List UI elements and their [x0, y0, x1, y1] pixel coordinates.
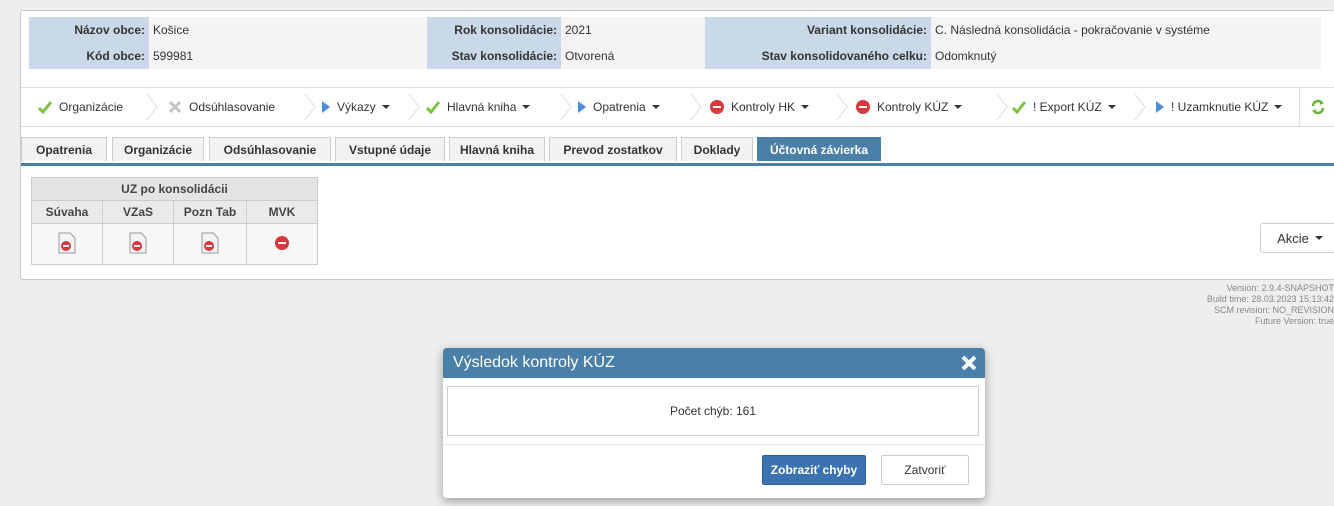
caret-down-icon [801, 105, 810, 109]
stop-icon [710, 100, 724, 114]
variant-value: C. Následná konsolidácia - pokračovanie … [931, 17, 1321, 43]
tab-uctovna-zavierka[interactable]: Účtovná závierka [757, 137, 881, 161]
uz-cell-pozn-tab [173, 223, 247, 265]
consolidation-header: Názov obce: Košice Kód obce: 599981 Rok … [21, 17, 1334, 71]
uz-col-header: Súvaha [31, 200, 103, 224]
uz-cell-suvaha [31, 223, 103, 265]
dialog-body: Počet chýb: 161 [447, 386, 979, 436]
check-icon [1011, 101, 1027, 115]
workflow-toolbar: Organizácie Odsúhlasovanie Výkazy Hlavná… [21, 87, 1334, 127]
kod-obce-value: 599981 [149, 43, 427, 69]
tab-prevod-zostatkov[interactable]: Prevod zostatkov [549, 137, 677, 161]
uz-cell-vzas [102, 223, 174, 265]
show-errors-button[interactable]: Zobraziť chyby [762, 455, 866, 485]
stav-label: Stav konsolidácie: [427, 43, 561, 69]
consolidation-panel: Názov obce: Košice Kód obce: 599981 Rok … [20, 10, 1334, 280]
caret-down-icon [1314, 236, 1323, 240]
akcie-label: Akcie [1277, 230, 1309, 246]
step-separator [560, 94, 572, 120]
step-separator [408, 94, 420, 120]
uz-table: UZ po konsolidácii Súvaha VZaS Pozn Tab … [31, 177, 318, 265]
uz-table-title: UZ po konsolidácii [31, 177, 318, 201]
nazov-obce-label: Názov obce: [29, 17, 149, 43]
close-icon[interactable] [959, 353, 979, 373]
build-time-line: Build time: 28.03.2023 15:13:42 [1206, 294, 1334, 304]
caret-down-icon [651, 105, 660, 109]
uz-col-header: MVK [246, 200, 318, 224]
step-separator [836, 94, 848, 120]
future-version-line: Future Version: true [1254, 316, 1334, 326]
stop-icon [856, 100, 870, 114]
play-icon [578, 101, 586, 113]
document-error-icon[interactable] [201, 232, 219, 254]
step-vykazy[interactable]: Výkazy [321, 88, 390, 126]
tab-hlavna-kniha[interactable]: Hlavná kniha [449, 137, 545, 161]
cross-icon [168, 100, 182, 114]
check-icon [37, 101, 53, 115]
version-line: Version: 2.9.4-SNAPSHOT [1226, 283, 1334, 293]
scm-revision-line: SCM revision: NO_REVISION [1213, 305, 1334, 315]
akcie-dropdown-button[interactable]: Akcie [1260, 223, 1334, 253]
tab-vstupne-udaje[interactable]: Vstupné údaje [335, 137, 445, 161]
step-kontroly-kuz[interactable]: Kontroly KÚZ [855, 88, 963, 126]
uz-col-header: Pozn Tab [173, 200, 247, 224]
caret-down-icon [381, 105, 390, 109]
step-export-kuz-label: ! Export KÚZ [1033, 100, 1102, 114]
step-uzamknutie-kuz[interactable]: ! Uzamknutie KÚZ [1155, 88, 1283, 126]
kontrola-kuz-dialog: Výsledok kontroly KÚZ Počet chýb: 161 Zo… [443, 348, 985, 498]
uz-cell-mvk [246, 223, 318, 265]
caret-down-icon [522, 105, 531, 109]
step-separator [146, 94, 158, 120]
step-opatrenia[interactable]: Opatrenia [577, 88, 660, 126]
document-error-icon[interactable] [58, 232, 76, 254]
caret-down-icon [1274, 105, 1283, 109]
rok-value: 2021 [561, 17, 705, 43]
variant-label: Variant konsolidácie: [705, 17, 931, 43]
step-odsuhlasovanie-label: Odsúhlasovanie [189, 100, 276, 114]
step-separator [304, 94, 316, 120]
step-uzamknutie-kuz-label: ! Uzamknutie KÚZ [1171, 100, 1269, 114]
rok-label: Rok konsolidácie: [427, 17, 561, 43]
refresh-icon [1311, 99, 1325, 115]
step-organizacie[interactable]: Organizácie [37, 88, 123, 126]
caret-down-icon [1107, 105, 1116, 109]
step-hlavna-kniha[interactable]: Hlavná kniha [425, 88, 531, 126]
step-separator [690, 94, 702, 120]
kod-obce-label: Kód obce: [29, 43, 149, 69]
tab-doklady[interactable]: Doklady [681, 137, 753, 161]
check-icon [425, 101, 441, 115]
tab-organizacie[interactable]: Organizácie [112, 137, 204, 161]
step-separator [996, 94, 1008, 120]
stav-celku-label: Stav konsolidovaného celku: [705, 43, 931, 69]
error-count-message: Počet chýb: 161 [669, 404, 757, 418]
version-info: Version: 2.9.4-SNAPSHOT Build time: 28.0… [1207, 283, 1334, 327]
step-odsuhlasovanie[interactable]: Odsúhlasovanie [167, 88, 275, 126]
step-organizacie-label: Organizácie [59, 100, 124, 114]
dialog-header: Výsledok kontroly KÚZ [443, 348, 985, 378]
step-kontroly-hk[interactable]: Kontroly HK [709, 88, 810, 126]
step-vykazy-label: Výkazy [337, 100, 376, 114]
step-separator [1134, 94, 1146, 120]
uz-col-header: VZaS [102, 200, 174, 224]
step-export-kuz[interactable]: ! Export KÚZ [1011, 88, 1116, 126]
step-kontroly-kuz-label: Kontroly KÚZ [877, 100, 949, 114]
stop-icon[interactable] [274, 235, 290, 251]
step-opatrenia-label: Opatrenia [593, 100, 646, 114]
tab-odsuhlasovanie[interactable]: Odsúhlasovanie [209, 137, 331, 161]
play-icon [1156, 101, 1164, 113]
tab-opatrenia[interactable]: Opatrenia [21, 137, 107, 161]
stav-value: Otvorená [561, 43, 705, 69]
stav-celku-value: Odomknutý [931, 43, 1321, 69]
document-error-icon[interactable] [129, 232, 147, 254]
nazov-obce-value: Košice [149, 17, 427, 43]
dialog-divider [443, 444, 985, 445]
caret-down-icon [954, 105, 963, 109]
refresh-button[interactable] [1299, 88, 1334, 126]
step-hlavna-kniha-label: Hlavná kniha [447, 100, 517, 114]
step-kontroly-hk-label: Kontroly HK [731, 100, 796, 114]
dialog-title: Výsledok kontroly KÚZ [453, 354, 615, 371]
play-icon [322, 101, 330, 113]
tab-bar: Opatrenia Organizácie Odsúhlasovanie Vst… [21, 135, 1334, 166]
close-button[interactable]: Zatvoriť [881, 455, 969, 485]
